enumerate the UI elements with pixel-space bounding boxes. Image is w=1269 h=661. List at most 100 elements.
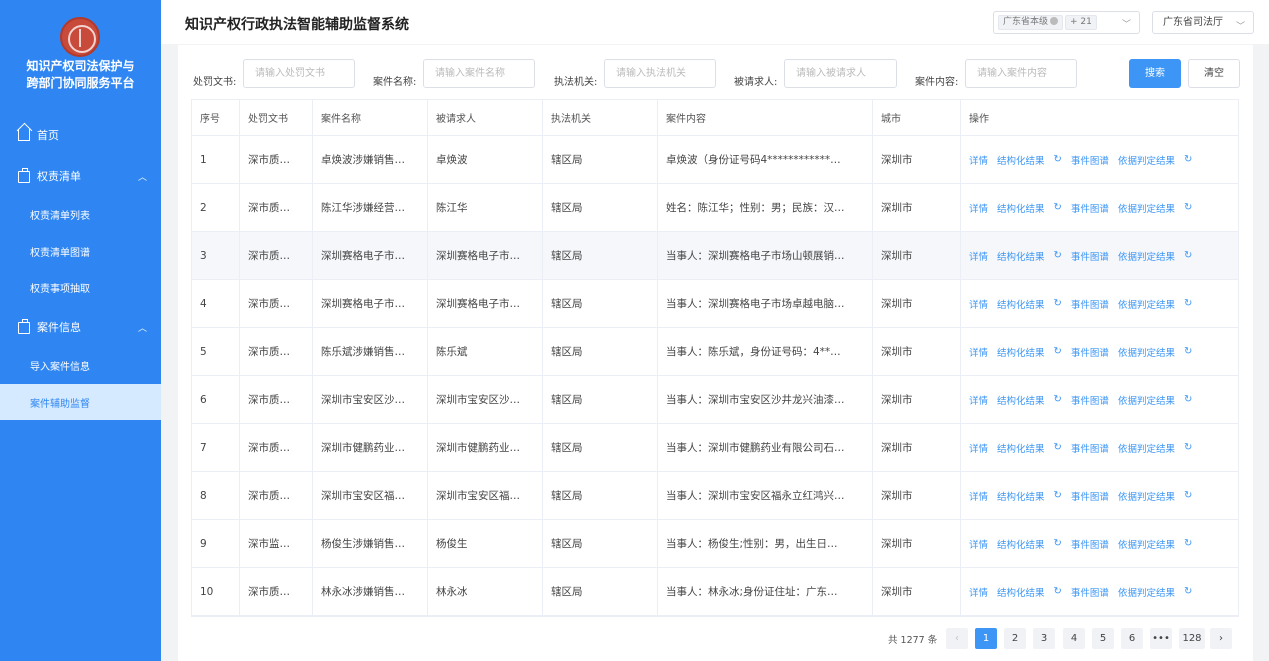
structured-result-link[interactable]: 结构化结果 — [997, 441, 1045, 455]
sidebar-item-responsibility-list-table[interactable]: 权责清单列表 — [0, 196, 161, 232]
structured-result-link[interactable]: 结构化结果 — [997, 393, 1045, 407]
structured-result-link[interactable]: 结构化结果 — [997, 585, 1045, 599]
basis-judgment-link[interactable]: 依据判定结果 — [1118, 201, 1175, 215]
refresh-icon[interactable]: ↻ — [1054, 298, 1062, 309]
refresh-icon[interactable]: ↻ — [1184, 442, 1192, 453]
event-graph-link[interactable]: 事件图谱 — [1071, 585, 1109, 599]
refresh-icon[interactable]: ↻ — [1184, 394, 1192, 405]
event-graph-link[interactable]: 事件图谱 — [1071, 345, 1109, 359]
cell-text: 深圳市 — [881, 538, 913, 550]
table-cell-respondent: 卓焕波 — [428, 136, 543, 183]
sidebar-item-responsibility-list[interactable]: 权责清单 ︿ — [0, 158, 161, 194]
basis-judgment-link[interactable]: 依据判定结果 — [1118, 393, 1175, 407]
next-page-button[interactable]: › — [1210, 628, 1232, 649]
refresh-icon[interactable]: ↻ — [1054, 202, 1062, 213]
refresh-icon[interactable]: ↻ — [1054, 346, 1062, 357]
sidebar-item-label: 权责清单列表 — [30, 210, 90, 222]
refresh-icon[interactable]: ↻ — [1184, 250, 1192, 261]
event-graph-link[interactable]: 事件图谱 — [1071, 393, 1109, 407]
event-graph-link[interactable]: 事件图谱 — [1071, 153, 1109, 167]
search-button[interactable]: 搜索 — [1129, 59, 1181, 88]
detail-link[interactable]: 详情 — [969, 489, 988, 503]
detail-link[interactable]: 详情 — [969, 585, 988, 599]
page-button[interactable]: 6 — [1121, 628, 1143, 649]
refresh-icon[interactable]: ↻ — [1184, 202, 1192, 213]
detail-link[interactable]: 详情 — [969, 393, 988, 407]
sidebar-item-case-info[interactable]: 案件信息 ︿ — [0, 309, 161, 345]
detail-link[interactable]: 详情 — [969, 345, 988, 359]
page-button[interactable]: 1 — [975, 628, 997, 649]
structured-result-link[interactable]: 结构化结果 — [997, 489, 1045, 503]
more-pages-button[interactable]: ••• — [1150, 628, 1172, 649]
agency-filter-input[interactable]: 请输入执法机关 — [604, 59, 716, 88]
table-cell-doc: 深市质… — [240, 328, 313, 375]
page-button[interactable]: 5 — [1092, 628, 1114, 649]
event-graph-link[interactable]: 事件图谱 — [1071, 441, 1109, 455]
department-select[interactable]: 广东省司法厅 ﹀ — [1152, 11, 1254, 34]
detail-link[interactable]: 详情 — [969, 153, 988, 167]
refresh-icon[interactable]: ↻ — [1184, 538, 1192, 549]
detail-link[interactable]: 详情 — [969, 537, 988, 551]
doc-filter-input[interactable]: 请输入处罚文书 — [243, 59, 355, 88]
event-graph-link[interactable]: 事件图谱 — [1071, 297, 1109, 311]
respondent-filter-input[interactable]: 请输入被请求人 — [784, 59, 897, 88]
page-button[interactable]: 128 — [1179, 628, 1205, 649]
basis-judgment-link[interactable]: 依据判定结果 — [1118, 489, 1175, 503]
page-button[interactable]: 3 — [1033, 628, 1055, 649]
structured-result-link[interactable]: 结构化结果 — [997, 249, 1045, 263]
structured-result-link[interactable]: 结构化结果 — [997, 201, 1045, 215]
page-button[interactable]: 4 — [1063, 628, 1085, 649]
event-graph-link[interactable]: 事件图谱 — [1071, 537, 1109, 551]
refresh-icon[interactable]: ↻ — [1054, 586, 1062, 597]
structured-result-link[interactable]: 结构化结果 — [997, 345, 1045, 359]
table-row: 10 深市质… 林永冰涉嫌销售… 林永冰 辖区局 当事人：林永冰;身份证住址：广东… 深圳市… — [192, 568, 1238, 616]
sidebar-item-responsibility-extraction[interactable]: 权责事项抽取 — [0, 269, 161, 305]
cell-text: 陈乐斌 — [436, 346, 468, 358]
prev-page-button[interactable]: ‹ — [946, 628, 968, 649]
clear-button[interactable]: 清空 — [1188, 59, 1240, 88]
table-cell-city: 深圳市 — [873, 328, 961, 375]
name-filter-input[interactable]: 请输入案件名称 — [423, 59, 535, 88]
refresh-icon[interactable]: ↻ — [1184, 490, 1192, 501]
refresh-icon[interactable]: ↻ — [1054, 154, 1062, 165]
region-tag[interactable]: 广东省本级 — [998, 15, 1064, 30]
detail-link[interactable]: 详情 — [969, 441, 988, 455]
event-graph-link[interactable]: 事件图谱 — [1071, 201, 1109, 215]
basis-judgment-link[interactable]: 依据判定结果 — [1118, 345, 1175, 359]
content-filter-input[interactable]: 请输入案件内容 — [965, 59, 1077, 88]
detail-link[interactable]: 详情 — [969, 297, 988, 311]
cell-text: 深圳赛格电子市… — [436, 298, 520, 310]
tag-close-icon[interactable] — [1050, 17, 1059, 25]
refresh-icon[interactable]: ↻ — [1184, 586, 1192, 597]
structured-result-link[interactable]: 结构化结果 — [997, 153, 1045, 167]
basis-judgment-link[interactable]: 依据判定结果 — [1118, 441, 1175, 455]
refresh-icon[interactable]: ↻ — [1054, 394, 1062, 405]
structured-result-link[interactable]: 结构化结果 — [997, 537, 1045, 551]
refresh-icon[interactable]: ↻ — [1054, 442, 1062, 453]
briefcase-icon — [18, 319, 30, 334]
event-graph-link[interactable]: 事件图谱 — [1071, 489, 1109, 503]
refresh-icon[interactable]: ↻ — [1054, 250, 1062, 261]
column-header: 操作 — [969, 114, 989, 125]
page-button[interactable]: 2 — [1004, 628, 1026, 649]
refresh-icon[interactable]: ↻ — [1054, 490, 1062, 501]
basis-judgment-link[interactable]: 依据判定结果 — [1118, 249, 1175, 263]
sidebar-item-home[interactable]: 首页 — [0, 117, 161, 153]
sidebar-item-import-case[interactable]: 导入案件信息 — [0, 347, 161, 383]
sidebar-item-case-supervision[interactable]: 案件辅助监督 — [0, 384, 161, 420]
refresh-icon[interactable]: ↻ — [1054, 538, 1062, 549]
refresh-icon[interactable]: ↻ — [1184, 298, 1192, 309]
basis-judgment-link[interactable]: 依据判定结果 — [1118, 153, 1175, 167]
region-multi-select[interactable]: 广东省本级 + 21 ﹀ — [993, 11, 1140, 34]
structured-result-link[interactable]: 结构化结果 — [997, 297, 1045, 311]
basis-judgment-link[interactable]: 依据判定结果 — [1118, 537, 1175, 551]
basis-judgment-link[interactable]: 依据判定结果 — [1118, 297, 1175, 311]
detail-link[interactable]: 详情 — [969, 201, 988, 215]
detail-link[interactable]: 详情 — [969, 249, 988, 263]
refresh-icon[interactable]: ↻ — [1184, 154, 1192, 165]
event-graph-link[interactable]: 事件图谱 — [1071, 249, 1109, 263]
cell-text: 9 — [200, 537, 207, 550]
refresh-icon[interactable]: ↻ — [1184, 346, 1192, 357]
sidebar-item-responsibility-graph[interactable]: 权责清单图谱 — [0, 233, 161, 269]
basis-judgment-link[interactable]: 依据判定结果 — [1118, 585, 1175, 599]
